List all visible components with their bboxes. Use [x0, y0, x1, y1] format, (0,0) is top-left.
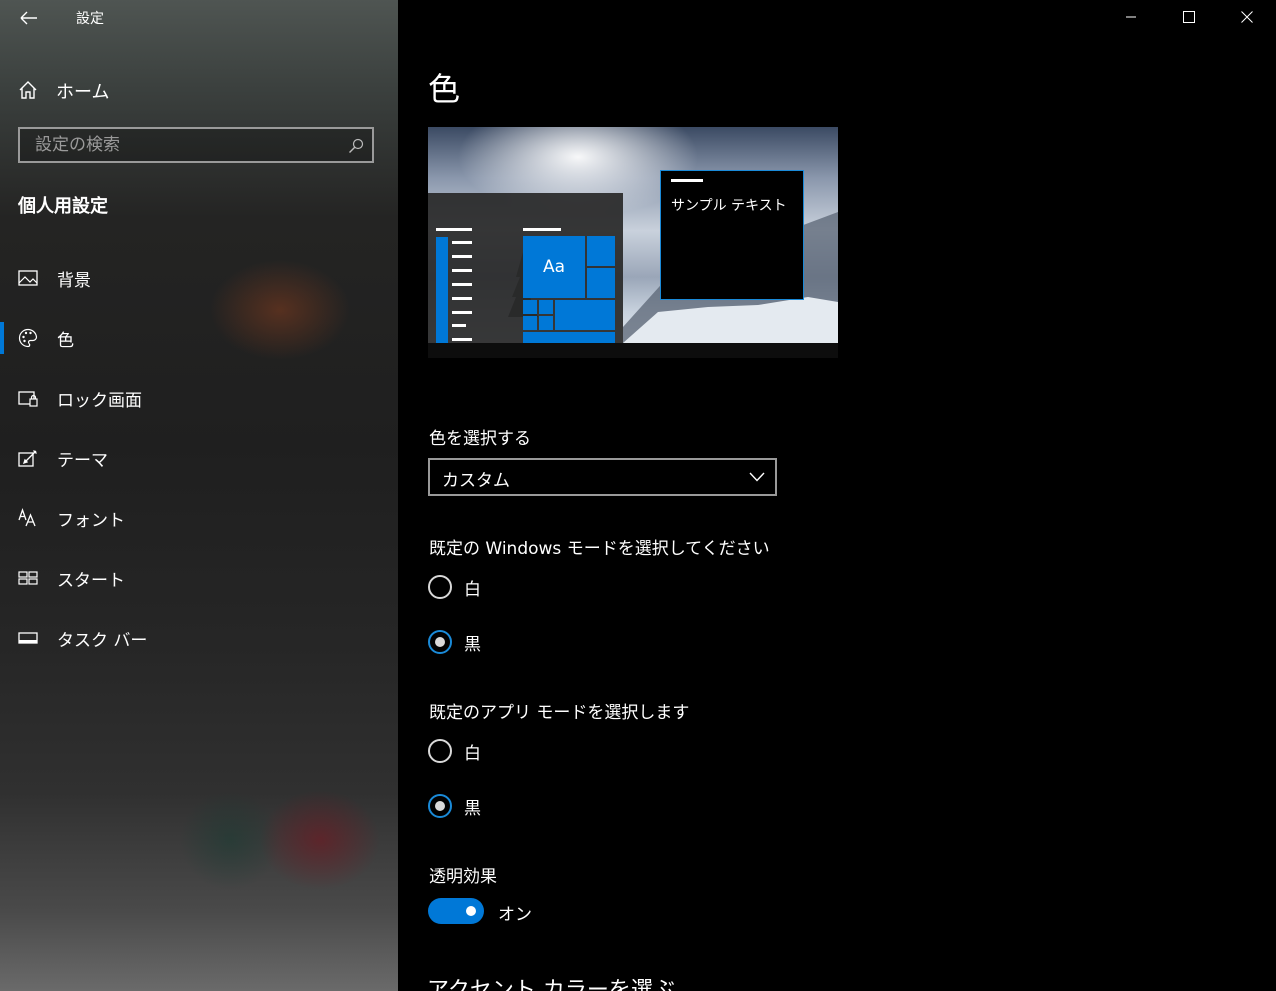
radio-circle	[428, 794, 452, 818]
preview-line	[452, 311, 472, 314]
preview-tile	[539, 300, 553, 314]
windows-mode-radio-light[interactable]: 白	[428, 572, 628, 604]
choose-color-label: 色を選択する	[429, 429, 531, 449]
nav-item-lock-screen[interactable]: ロック画面	[0, 375, 398, 421]
selection-indicator	[0, 322, 4, 354]
home-label: ホーム	[56, 82, 110, 103]
preview-line	[452, 297, 472, 300]
main-content: 色 Aa サンプル テキスト 色を選択する カスタム 既定の Windows モ…	[398, 0, 1276, 991]
accent-color-heading: アクセント カラーを選ぶ	[427, 978, 675, 991]
preview-line	[452, 324, 466, 327]
font-icon	[18, 508, 36, 527]
page-title: 色	[428, 70, 461, 108]
preview-tile	[555, 300, 615, 330]
nav-item-fonts[interactable]: フォント	[0, 495, 398, 541]
toggle-knob	[466, 906, 476, 916]
nav-item-background[interactable]: 背景	[0, 255, 398, 301]
section-title: 個人用設定	[18, 196, 108, 217]
search-box[interactable]	[18, 127, 374, 163]
home-nav-item[interactable]: ホーム	[0, 70, 398, 110]
preview-taskbar	[428, 343, 838, 358]
start-icon	[18, 571, 38, 585]
back-button[interactable]	[14, 4, 42, 32]
nav-item-colors[interactable]: 色	[0, 315, 398, 361]
radio-circle	[428, 739, 452, 763]
preview-line	[523, 228, 561, 231]
taskbar-icon	[18, 632, 38, 644]
preview-line	[452, 283, 472, 286]
app-mode-label: 既定のアプリ モードを選択します	[429, 703, 690, 723]
nav-item-start[interactable]: スタート	[0, 555, 398, 601]
radio-circle	[428, 575, 452, 599]
radio-label: 白	[464, 580, 481, 600]
search-input[interactable]	[20, 129, 345, 161]
lock-screen-icon	[18, 391, 38, 407]
preview-window-bar	[671, 179, 703, 182]
theme-preview: Aa サンプル テキスト	[428, 127, 838, 358]
search-icon[interactable]	[348, 138, 364, 154]
sidebar: 設定 ホーム 個人用設定 背景 色	[0, 0, 398, 991]
transparency-label: 透明効果	[429, 867, 497, 887]
preview-tile	[539, 316, 553, 330]
radio-circle	[428, 630, 452, 654]
nav-item-taskbar[interactable]: タスク バー	[0, 615, 398, 661]
nav-item-themes[interactable]: テーマ	[0, 435, 398, 481]
preview-tile-text: Aa	[542, 257, 566, 277]
nav-item-label: ロック画面	[57, 391, 142, 411]
nav-item-label: 色	[57, 331, 74, 351]
transparency-toggle[interactable]	[428, 898, 484, 924]
preview-window: サンプル テキスト	[660, 170, 804, 300]
preview-line	[452, 255, 472, 258]
preview-start-strip	[436, 237, 448, 343]
preview-line	[452, 269, 472, 272]
nav-item-label: 背景	[57, 271, 91, 291]
preview-tile	[523, 300, 537, 314]
radio-label: 黒	[464, 799, 481, 819]
app-mode-radio-light[interactable]: 白	[428, 736, 628, 768]
preview-tile	[587, 268, 615, 298]
picture-icon	[18, 270, 38, 286]
close-button[interactable]	[1218, 0, 1276, 34]
nav-item-label: フォント	[57, 511, 125, 531]
preview-line	[452, 241, 472, 244]
radio-label: 黒	[464, 635, 481, 655]
preview-line	[436, 228, 472, 231]
maximize-icon	[1183, 11, 1195, 23]
nav-item-label: テーマ	[57, 451, 108, 471]
windows-mode-label: 既定の Windows モードを選択してください	[429, 539, 770, 559]
home-icon	[19, 81, 37, 99]
theme-edit-icon	[18, 450, 37, 467]
palette-icon	[18, 328, 38, 348]
minimize-button[interactable]	[1102, 0, 1160, 34]
preview-sample-text: サンプル テキスト	[671, 198, 787, 214]
back-arrow-icon	[20, 11, 37, 25]
nav-item-label: スタート	[57, 571, 125, 591]
minimize-icon	[1126, 16, 1136, 18]
windows-mode-radio-dark[interactable]: 黒	[428, 627, 628, 659]
preview-line	[452, 338, 472, 341]
app-mode-radio-dark[interactable]: 黒	[428, 791, 628, 823]
preview-tile	[523, 316, 537, 330]
preview-tile	[523, 332, 615, 343]
maximize-button[interactable]	[1160, 0, 1218, 34]
choose-color-dropdown[interactable]: カスタム	[428, 458, 777, 496]
transparency-state: オン	[498, 905, 532, 925]
radio-label: 白	[464, 744, 481, 764]
nav-item-label: タスク バー	[57, 631, 148, 651]
chevron-down-icon	[749, 472, 765, 482]
preview-start-menu: Aa	[428, 193, 623, 343]
dropdown-value: カスタム	[442, 471, 510, 491]
app-title: 設定	[76, 11, 104, 27]
close-icon	[1241, 11, 1253, 23]
preview-tile	[587, 236, 615, 266]
